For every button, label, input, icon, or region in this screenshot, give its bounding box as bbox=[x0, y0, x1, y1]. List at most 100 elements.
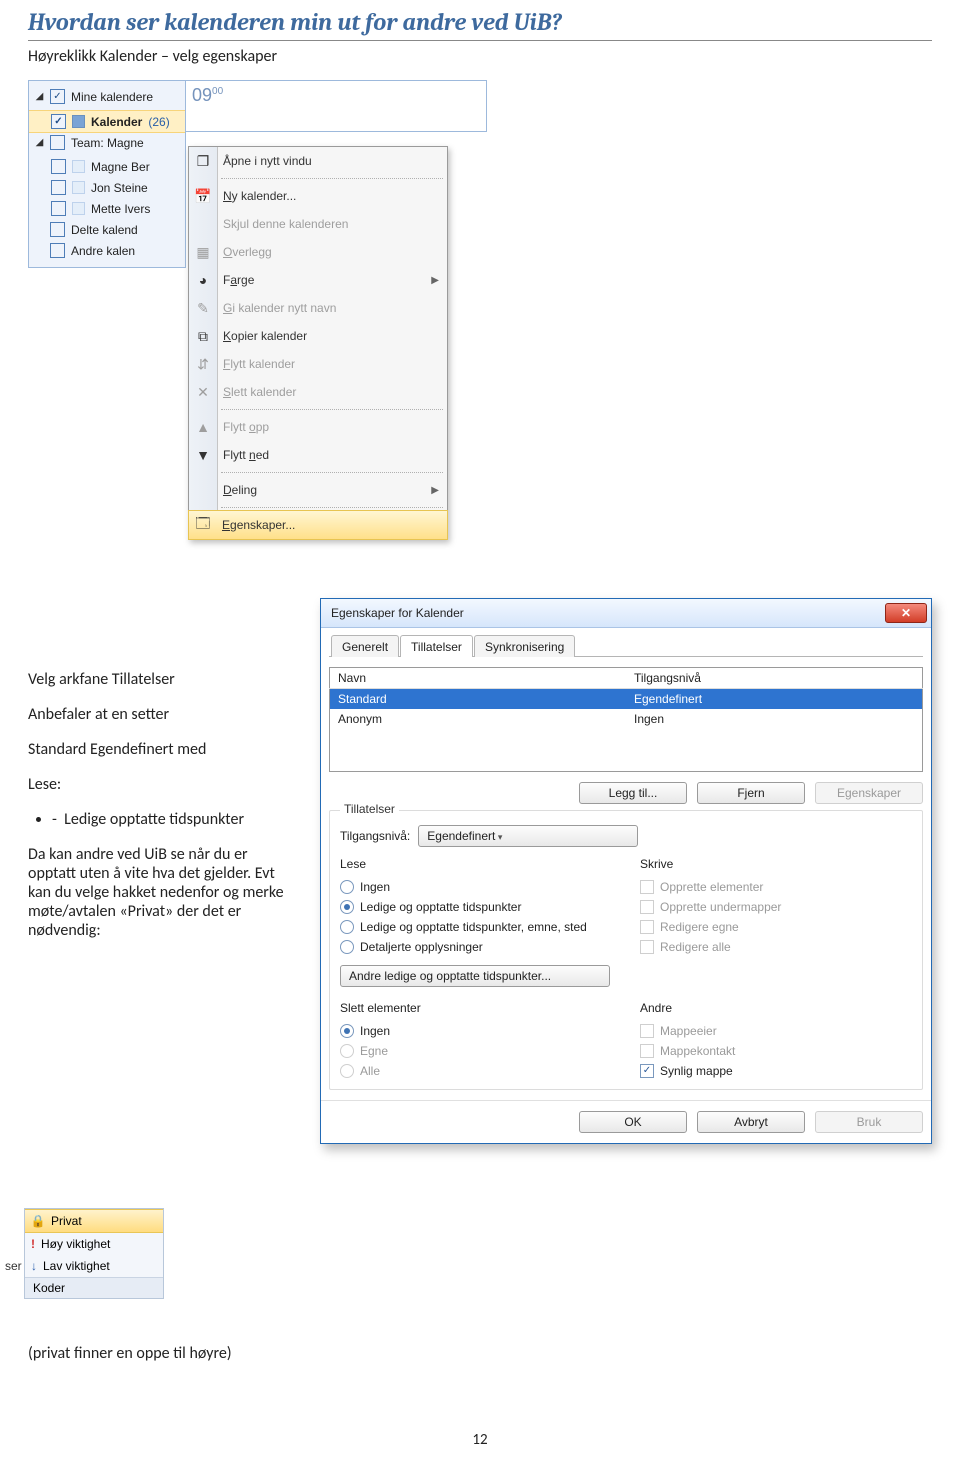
arrow-down-icon: ↓ bbox=[31, 1259, 37, 1273]
calendar-context-menu: ❐ Åpne i nytt vindu 📅 Ny kalender... Skj… bbox=[188, 146, 448, 540]
menu-move-down[interactable]: ▼ Flytt ned bbox=[189, 441, 447, 469]
write-edit-own: Redigere egne bbox=[640, 917, 910, 937]
write-create-subfolders: Opprette undermapper bbox=[640, 897, 910, 917]
calendar-icon: 📅 bbox=[193, 188, 213, 205]
sidebar-item-label: Team: Magne bbox=[71, 136, 144, 150]
sidebar-item[interactable]: Magne Ber bbox=[29, 156, 185, 177]
close-button[interactable]: ✕ bbox=[885, 603, 927, 623]
other-freebusy-button[interactable]: Andre ledige og opptatte tidspunkter... bbox=[340, 965, 610, 987]
read-title: Lese bbox=[340, 857, 610, 871]
cancel-button[interactable]: Avbryt bbox=[697, 1111, 805, 1133]
sidebar-item-team[interactable]: ◢ Team: Magne bbox=[29, 133, 185, 156]
sidebar-item-label: Mette Ivers bbox=[91, 202, 150, 216]
calendar-time-column: 0900 bbox=[186, 80, 487, 132]
checkbox-icon[interactable] bbox=[50, 243, 65, 258]
add-button[interactable]: Legg til... bbox=[579, 782, 687, 804]
color-swatch-icon bbox=[72, 202, 85, 215]
radio-icon[interactable] bbox=[340, 940, 354, 954]
col-level[interactable]: Tilgangsnivå bbox=[626, 668, 923, 689]
apply-button: Bruk bbox=[815, 1111, 923, 1133]
menu-delete-calendar: ✕ Slett kalender bbox=[189, 378, 447, 406]
sidebar-group-label: Mine kalendere bbox=[71, 90, 153, 104]
checkbox-icon[interactable]: ✓ bbox=[50, 89, 65, 104]
menu-move-calendar: ⇵ Flytt kalender bbox=[189, 350, 447, 378]
checkbox-icon[interactable] bbox=[51, 180, 66, 195]
help-line: Anbefaler at en setter bbox=[28, 705, 288, 724]
help-line: Lese: bbox=[28, 775, 288, 794]
menu-copy-calendar[interactable]: ⧉ Kopier kalender bbox=[189, 322, 447, 350]
move-icon: ⇵ bbox=[193, 356, 213, 373]
level-dropdown[interactable]: Egendefinert bbox=[418, 825, 638, 847]
remove-button[interactable]: Fjern bbox=[697, 782, 805, 804]
privat-toggle[interactable]: 🔒 Privat bbox=[25, 1209, 163, 1233]
checkbox-icon[interactable] bbox=[51, 159, 66, 174]
checkbox-icon[interactable] bbox=[50, 222, 65, 237]
delete-none[interactable]: Ingen bbox=[340, 1021, 610, 1041]
other-contact: Mappekontakt bbox=[640, 1041, 910, 1061]
read-freebusy[interactable]: Ledige og opptatte tidspunkter bbox=[340, 897, 610, 917]
tab-general[interactable]: Generelt bbox=[331, 635, 399, 657]
write-create-items: Opprette elementer bbox=[640, 877, 910, 897]
ok-button[interactable]: OK bbox=[579, 1111, 687, 1133]
radio-icon bbox=[340, 1064, 354, 1078]
screenshot-sidebar-contextmenu: ◢ ✓ Mine kalendere ✓ Kalender (26) ◢ Tea… bbox=[28, 80, 932, 268]
exclamation-icon: ! bbox=[31, 1237, 35, 1251]
cut-text: ser bbox=[5, 1259, 22, 1273]
menu-sharing[interactable]: Deling ▶ bbox=[189, 476, 447, 504]
tab-permissions[interactable]: Tillatelser bbox=[400, 635, 473, 657]
sidebar-item[interactable]: ▸ Delte kalend bbox=[29, 219, 185, 240]
sidebar-item[interactable]: Jon Steine bbox=[29, 177, 185, 198]
high-importance[interactable]: ! Høy viktighet bbox=[25, 1233, 163, 1255]
write-edit-all: Redigere alle bbox=[640, 937, 910, 957]
arrow-up-icon: ▲ bbox=[193, 419, 213, 435]
level-label: Tilgangsnivå: bbox=[340, 829, 410, 843]
radio-icon[interactable] bbox=[340, 880, 354, 894]
menu-new-calendar[interactable]: 📅 Ny kalender... bbox=[189, 182, 447, 210]
sidebar-item[interactable]: ▸ Andre kalen bbox=[29, 240, 185, 261]
collapse-icon[interactable]: ◢ bbox=[35, 92, 44, 101]
col-name[interactable]: Navn bbox=[330, 668, 627, 689]
checkbox-icon[interactable] bbox=[50, 135, 65, 150]
lock-icon: 🔒 bbox=[31, 1214, 45, 1228]
properties-icon: 🗔 bbox=[193, 513, 213, 537]
read-freebusy-extra[interactable]: Ledige og opptatte tidspunkter, emne, st… bbox=[340, 917, 610, 937]
sidebar-item-label: Kalender bbox=[91, 115, 142, 129]
permissions-table[interactable]: Navn Tilgangsnivå Standard Egendefinert … bbox=[329, 667, 923, 772]
checkbox-icon[interactable]: ✓ bbox=[51, 114, 66, 129]
menu-color[interactable]: ◕ Farge ▶ bbox=[189, 266, 447, 294]
sidebar-item-kalender[interactable]: ✓ Kalender (26) bbox=[29, 110, 185, 133]
tab-sync[interactable]: Synkronisering bbox=[474, 635, 575, 657]
sidebar-group-mine[interactable]: ◢ ✓ Mine kalendere bbox=[29, 87, 185, 110]
table-row[interactable]: Standard Egendefinert bbox=[330, 689, 923, 710]
sidebar-item-label: Andre kalen bbox=[71, 244, 135, 258]
time-label: 0900 bbox=[192, 85, 223, 106]
table-row[interactable]: Anonym Ingen bbox=[330, 709, 923, 729]
help-line: Velg arkfane Tillatelser bbox=[28, 670, 288, 689]
menu-open-new-window[interactable]: ❐ Åpne i nytt vindu bbox=[189, 147, 447, 175]
collapse-icon[interactable]: ◢ bbox=[35, 138, 44, 147]
other-column: Andre Mappeeier Mappekontakt bbox=[640, 1001, 910, 1081]
color-swatch-icon bbox=[72, 181, 85, 194]
read-none[interactable]: Ingen bbox=[340, 877, 610, 897]
menu-overlay: ▦ Overlegg bbox=[189, 238, 447, 266]
help-text-column: Velg arkfane Tillatelser Anbefaler at en… bbox=[28, 654, 288, 956]
ribbon-group-label: Koder bbox=[25, 1277, 163, 1298]
other-visible[interactable]: Synlig mappe bbox=[640, 1061, 910, 1081]
radio-icon[interactable] bbox=[340, 900, 354, 914]
read-details[interactable]: Detaljerte opplysninger bbox=[340, 937, 610, 957]
help-line: Da kan andre ved UiB se når du er opptat… bbox=[28, 845, 288, 940]
menu-rename: ✎ Gi kalender nytt navn bbox=[189, 294, 447, 322]
low-importance[interactable]: ↓ Lav viktighet ser bbox=[25, 1255, 163, 1277]
checkbox-icon[interactable] bbox=[51, 201, 66, 216]
sidebar-item[interactable]: Mette Ivers bbox=[29, 198, 185, 219]
doc-intro: Høyreklikk Kalender – velg egenskaper bbox=[28, 47, 932, 66]
read-column: Lese Ingen Ledige og opptatte tidspunkte… bbox=[340, 857, 610, 987]
write-title: Skrive bbox=[640, 857, 910, 871]
copy-icon: ⧉ bbox=[193, 328, 213, 345]
radio-icon[interactable] bbox=[340, 920, 354, 934]
checkbox-icon[interactable] bbox=[640, 1064, 654, 1078]
menu-properties[interactable]: 🗔 Egenskaper... bbox=[188, 510, 448, 540]
color-wheel-icon: ◕ bbox=[193, 272, 213, 288]
radio-icon[interactable] bbox=[340, 1024, 354, 1038]
arrow-down-icon: ▼ bbox=[193, 447, 213, 463]
